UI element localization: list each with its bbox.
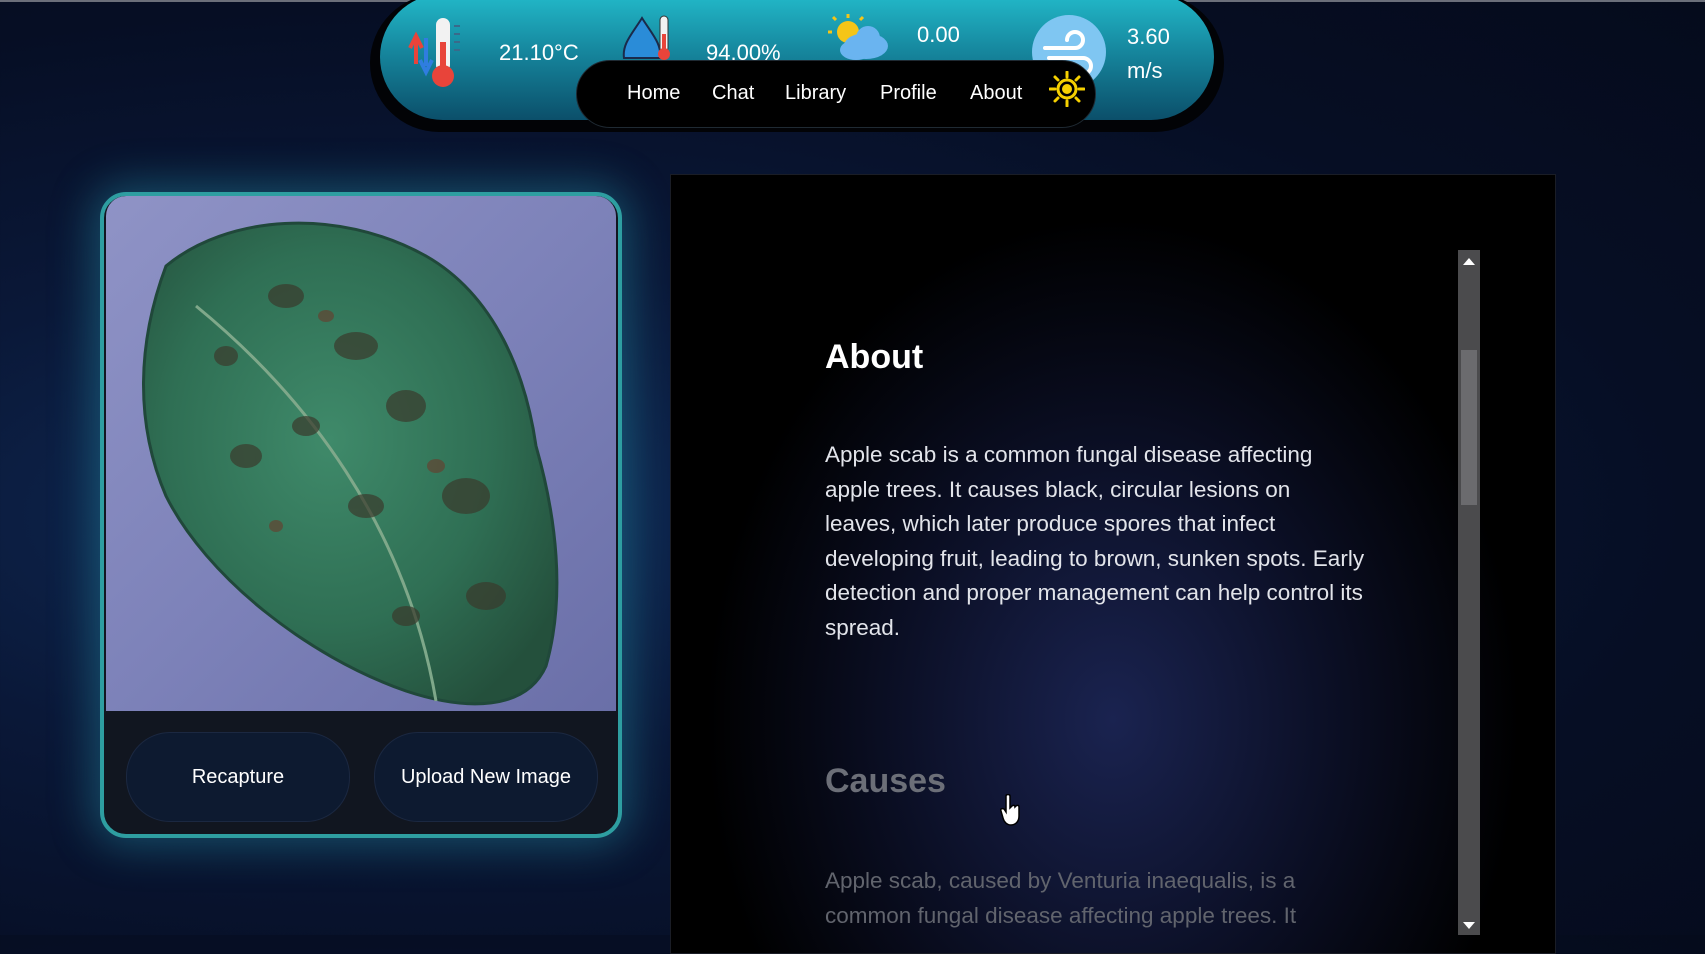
hand-cursor-icon bbox=[1000, 794, 1020, 826]
nav-profile[interactable]: Profile bbox=[880, 82, 937, 105]
thermometer-icon bbox=[408, 18, 460, 87]
apple-scab-leaf-image bbox=[106, 196, 616, 711]
upload-new-image-button[interactable]: Upload New Image bbox=[374, 732, 598, 822]
sun-icon[interactable] bbox=[1049, 71, 1085, 107]
wind-speed-unit: m/s bbox=[1127, 58, 1163, 83]
nav-about[interactable]: About bbox=[970, 82, 1022, 105]
nav-library[interactable]: Library bbox=[785, 82, 846, 105]
scroll-up-arrow-icon[interactable] bbox=[1463, 258, 1475, 265]
scroll-down-arrow-icon[interactable] bbox=[1463, 922, 1475, 929]
rainfall-value: 0.00 bbox=[917, 22, 960, 47]
about-text: Apple scab is a common fungal disease af… bbox=[825, 442, 1365, 640]
nav-chat[interactable]: Chat bbox=[712, 82, 754, 105]
partly-cloudy-icon bbox=[828, 14, 888, 60]
wind-speed: 3.60 m/s bbox=[1127, 20, 1187, 88]
about-heading: About bbox=[825, 338, 924, 376]
causes-text: Apple scab, caused by Venturia inaequali… bbox=[825, 868, 1297, 928]
causes-heading: Causes bbox=[825, 762, 946, 800]
leaf-illustration bbox=[142, 221, 559, 706]
temperature-value: 21.10°C bbox=[499, 40, 579, 65]
recapture-button[interactable]: Recapture bbox=[126, 732, 350, 822]
humidity-icon bbox=[622, 15, 670, 60]
nav-home[interactable]: Home bbox=[627, 82, 680, 105]
wind-speed-value: 3.60 bbox=[1127, 24, 1170, 49]
scrollbar-thumb[interactable] bbox=[1461, 350, 1477, 505]
image-card: Recapture Upload New Image bbox=[100, 192, 622, 838]
